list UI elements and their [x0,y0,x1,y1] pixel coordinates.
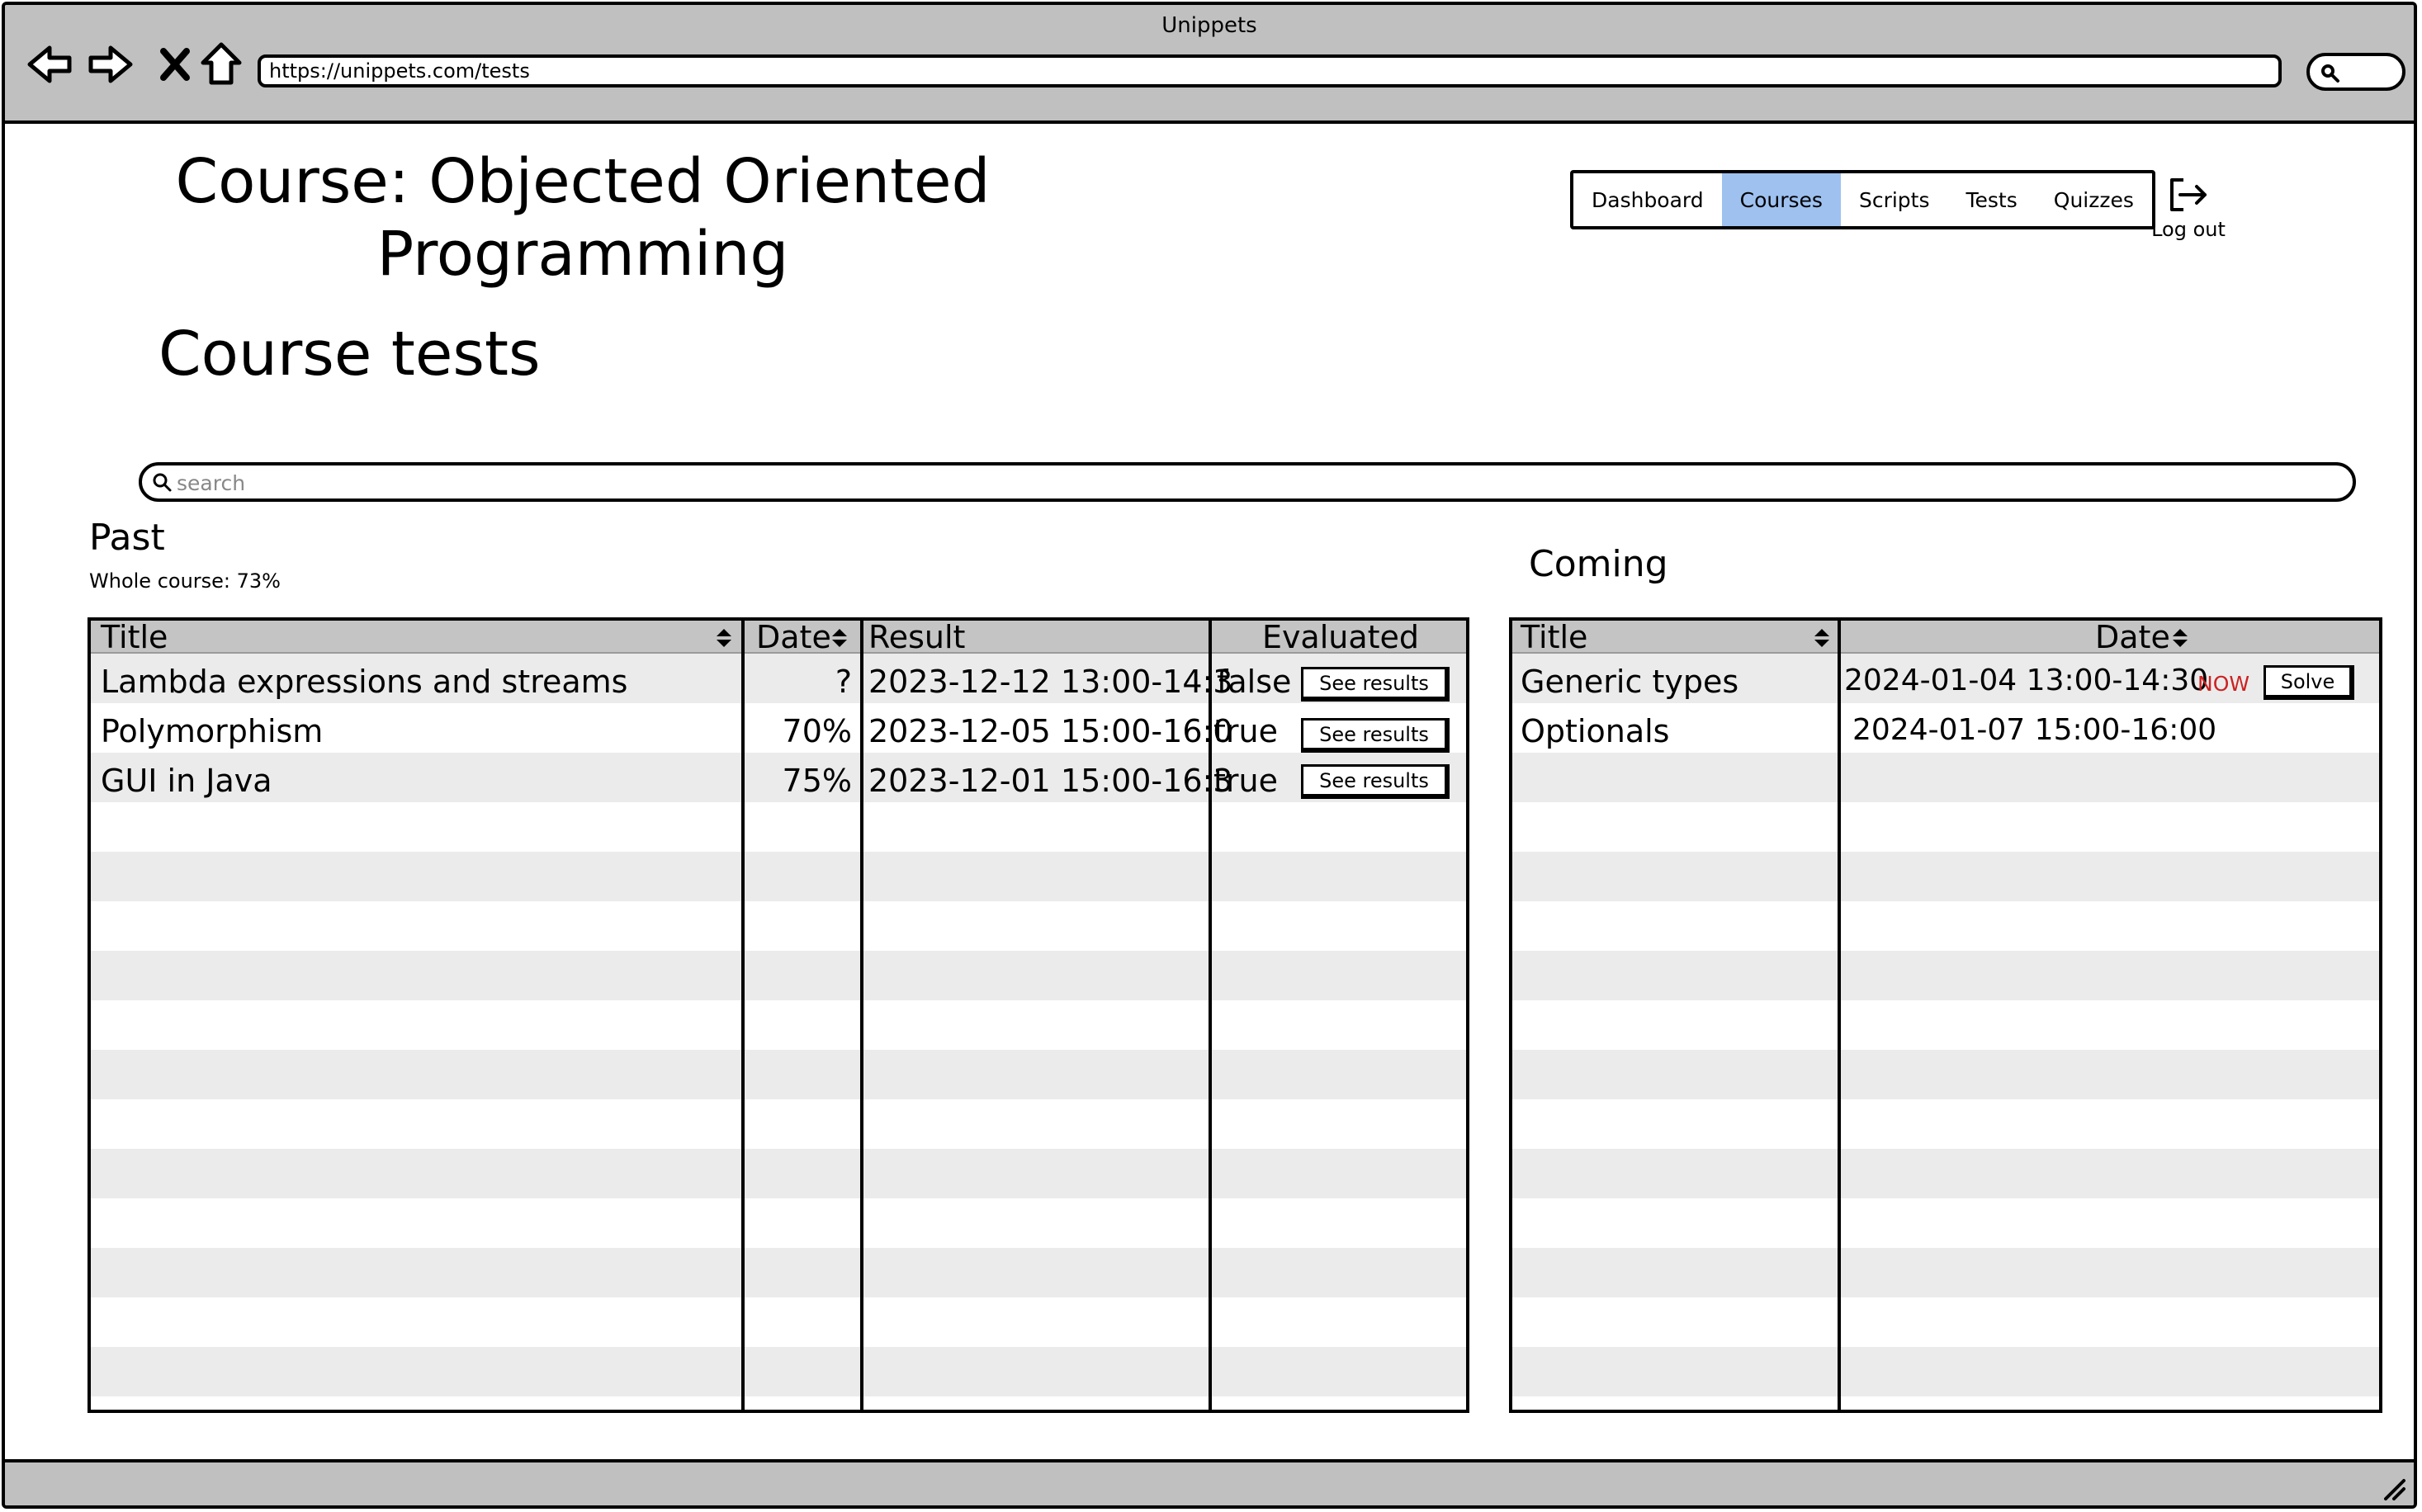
coming-label: Coming [1529,543,1668,585]
column-header-date[interactable]: Date [756,621,831,654]
window-title: Unippets [1161,13,1257,38]
now-badge: NOW [2197,672,2250,696]
forward-icon[interactable] [86,40,135,89]
cell-date: 2023-12-01 15:00-16:3 [868,763,1233,799]
column-header-date[interactable]: Date [2095,621,2170,654]
cell-score: ? [835,664,852,700]
back-icon[interactable] [25,40,74,89]
column-header-title[interactable]: Title [101,621,168,654]
cell-title: Generic types [1521,664,1739,700]
resize-grip-icon[interactable] [2381,1476,2405,1500]
cell-date: 2024-01-04 13:00-14:30 [1844,664,2209,697]
cell-date: 2023-12-05 15:00-16:0 [868,713,1233,749]
cell-title: GUI in Java [101,763,272,799]
cell-title: Optionals [1521,713,1670,749]
solve-button[interactable]: Solve [2264,665,2354,700]
past-label: Past [89,517,165,559]
stop-icon[interactable] [150,40,200,89]
whole-course-score: Whole course: 73% [89,569,281,593]
browser-statusbar [5,1459,2414,1505]
tab-courses[interactable]: Courses [1721,173,1841,226]
sort-icon[interactable] [2171,627,2189,649]
section-title: Course tests [158,319,541,390]
logout-icon [2170,178,2207,211]
table-row-background [1512,654,2379,1410]
see-results-button[interactable]: See results [1301,718,1450,753]
see-results-button[interactable]: See results [1301,667,1450,702]
browser-window: Unippets https://unippets.com/tests Cour… [2,2,2417,1509]
home-icon[interactable] [196,40,246,89]
search-field[interactable] [139,462,2356,502]
cell-date: 2023-12-12 13:00-14:3 [868,664,1233,700]
column-header-result[interactable]: Result [868,621,965,654]
logout-button[interactable]: Log out [2143,175,2234,241]
sort-icon[interactable] [1813,627,1831,649]
column-header-label: Title [1521,619,1588,655]
tab-quizzes[interactable]: Quizzes [2036,173,2152,226]
cell-title: Polymorphism [101,713,324,749]
cell-evaluated: false [1217,664,1292,700]
cell-date: 2024-01-07 15:00-16:00 [1852,713,2217,747]
coming-tests-table: Title Date Generic types 2024-01-04 13:0… [1509,617,2382,1413]
past-tests-table: Title Date Result Evaluated Lambda expre… [88,617,1469,1413]
cell-evaluated: true [1213,713,1278,749]
search-icon [2321,64,2339,83]
column-header-label: Evaluated [1261,619,1420,655]
column-header-title[interactable]: Title [1521,621,1587,654]
sort-icon[interactable] [715,627,733,649]
url-bar[interactable]: https://unippets.com/tests [258,54,2282,87]
browser-titlebar: Unippets https://unippets.com/tests [5,5,2414,124]
logout-label: Log out [2151,218,2226,241]
column-header-evaluated[interactable]: Evaluated [1212,619,1466,655]
sort-icon[interactable] [830,627,849,649]
column-header-label: Date [2095,619,2170,655]
search-input[interactable] [175,469,2325,497]
tab-dashboard[interactable]: Dashboard [1573,173,1722,226]
browser-search-field[interactable] [2306,53,2405,91]
cell-title: Lambda expressions and streams [101,664,628,700]
cell-score: 70% [782,713,852,749]
column-header-label: Result [868,619,966,655]
cell-score: 75% [782,763,852,799]
see-results-button[interactable]: See results [1301,764,1450,799]
tab-scripts[interactable]: Scripts [1841,173,1948,226]
column-header-label: Title [101,619,168,655]
search-icon [153,473,172,492]
tab-tests[interactable]: Tests [1948,173,2036,226]
table-header [1512,621,2379,654]
cell-evaluated: true [1213,763,1278,799]
main-nav: Dashboard Courses Scripts Tests Quizzes [1570,170,2155,229]
page-title: Course: Objected Oriented Programming [175,146,991,290]
column-header-label: Date [756,619,831,655]
